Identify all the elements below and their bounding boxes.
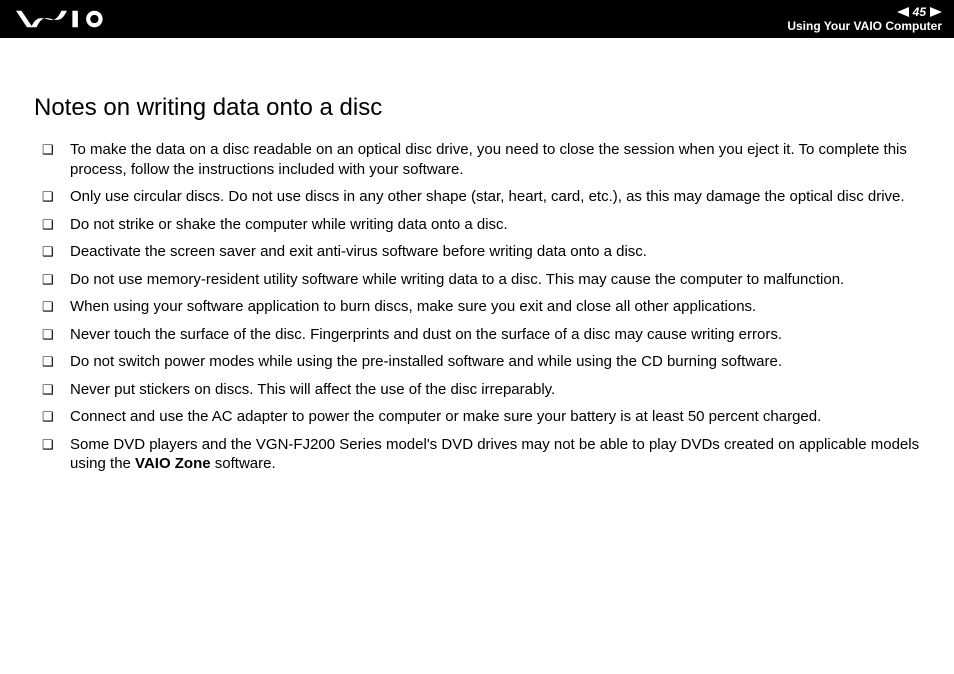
bullet-icon: ❑ <box>42 380 62 400</box>
list-item-text: Deactivate the screen saver and exit ant… <box>70 242 920 262</box>
bullet-icon: ❑ <box>42 242 62 262</box>
page-title: Notes on writing data onto a disc <box>34 94 920 122</box>
list-item-text: Only use circular discs. Do not use disc… <box>70 187 920 207</box>
list-item-text: Never put stickers on discs. This will a… <box>70 380 920 400</box>
page-header: 45 Using Your VAIO Computer <box>0 0 954 38</box>
list-item-text: Do not switch power modes while using th… <box>70 352 920 372</box>
list-item: ❑ Do not switch power modes while using t… <box>34 352 920 372</box>
header-right: 45 Using Your VAIO Computer <box>787 6 942 32</box>
section-label: Using Your VAIO Computer <box>787 20 942 32</box>
bullet-icon: ❑ <box>42 140 62 160</box>
notes-list: ❑ To make the data on a disc readable on … <box>34 140 920 474</box>
page-root: 45 Using Your VAIO Computer Notes on wri… <box>0 0 954 674</box>
page-navigator: 45 <box>897 6 942 18</box>
list-item: ❑ Never touch the surface of the disc. Fi… <box>34 325 920 345</box>
list-item: ❑ Deactivate the screen saver and exit an… <box>34 242 920 262</box>
bullet-icon: ❑ <box>42 270 62 290</box>
list-item-text: Connect and use the AC adapter to power … <box>70 407 920 427</box>
list-item-text: Do not use memory-resident utility softw… <box>70 270 920 290</box>
list-item: ❑ Connect and use the AC adapter to power… <box>34 407 920 427</box>
vaio-logo <box>16 9 126 29</box>
list-item: ❑ Never put stickers on discs. This will … <box>34 380 920 400</box>
list-item-text: Never touch the surface of the disc. Fin… <box>70 325 920 345</box>
list-item-text: To make the data on a disc readable on a… <box>70 140 920 179</box>
bullet-icon: ❑ <box>42 325 62 345</box>
page-content: Notes on writing data onto a disc ❑ To ma… <box>0 38 954 482</box>
list-item-text: When using your software application to … <box>70 297 920 317</box>
next-page-arrow-icon[interactable] <box>930 7 942 17</box>
list-item: ❑ Only use circular discs. Do not use dis… <box>34 187 920 207</box>
bullet-icon: ❑ <box>42 352 62 372</box>
bullet-icon: ❑ <box>42 297 62 317</box>
list-item: ❑ When using your software application to… <box>34 297 920 317</box>
list-item: ❑ Do not strike or shake the computer whi… <box>34 215 920 235</box>
bullet-icon: ❑ <box>42 407 62 427</box>
page-number: 45 <box>913 6 926 18</box>
bullet-icon: ❑ <box>42 215 62 235</box>
bullet-icon: ❑ <box>42 435 62 455</box>
list-item: ❑ Do not use memory-resident utility soft… <box>34 270 920 290</box>
prev-page-arrow-icon[interactable] <box>897 7 909 17</box>
list-item-text: Some DVD players and the VGN-FJ200 Serie… <box>70 435 920 474</box>
list-item: ❑ Some DVD players and the VGN-FJ200 Seri… <box>34 435 920 474</box>
list-item: ❑ To make the data on a disc readable on … <box>34 140 920 179</box>
bullet-icon: ❑ <box>42 187 62 207</box>
list-item-text: Do not strike or shake the computer whil… <box>70 215 920 235</box>
